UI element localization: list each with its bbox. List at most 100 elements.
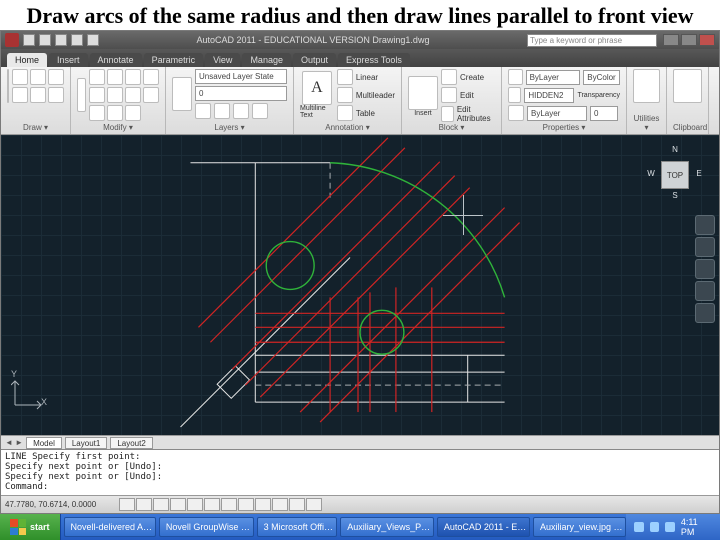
viewcube-face[interactable]: TOP bbox=[661, 161, 689, 189]
panel-draw-label[interactable]: Draw ▾ bbox=[7, 123, 64, 132]
tray-icon[interactable] bbox=[650, 522, 660, 532]
ellipse-icon[interactable] bbox=[30, 87, 46, 103]
minimize-button[interactable] bbox=[663, 34, 679, 46]
help-search-input[interactable]: Type a keyword or phrase bbox=[527, 34, 657, 47]
paste-icon[interactable] bbox=[673, 69, 702, 103]
new-icon[interactable] bbox=[23, 34, 35, 46]
panel-utilities-label[interactable]: Utilities ▾ bbox=[633, 114, 660, 132]
layer-iso-icon[interactable] bbox=[195, 103, 211, 119]
redo-icon[interactable] bbox=[87, 34, 99, 46]
copy-icon[interactable] bbox=[89, 69, 105, 85]
viewcube-n[interactable]: N bbox=[669, 145, 681, 157]
tab-express-tools[interactable]: Express Tools bbox=[338, 53, 410, 67]
tab-model[interactable]: Model bbox=[26, 437, 62, 449]
tab-output[interactable]: Output bbox=[293, 53, 336, 67]
color-swatch-icon[interactable] bbox=[508, 69, 523, 85]
measure-icon[interactable] bbox=[633, 69, 660, 103]
offset-icon[interactable] bbox=[107, 105, 123, 121]
linear-dim-icon[interactable] bbox=[337, 69, 353, 85]
drawing-canvas[interactable] bbox=[1, 135, 719, 435]
ducs-toggle[interactable] bbox=[221, 498, 237, 511]
start-button[interactable]: start bbox=[0, 514, 61, 540]
panel-layers-label[interactable]: Layers ▾ bbox=[172, 123, 287, 132]
block-edit-icon[interactable] bbox=[441, 87, 457, 103]
layer-match-icon[interactable] bbox=[252, 103, 268, 119]
tab-manage[interactable]: Manage bbox=[242, 53, 291, 67]
erase-icon[interactable] bbox=[125, 105, 141, 121]
osnap-toggle[interactable] bbox=[187, 498, 203, 511]
autocad-app-icon[interactable] bbox=[5, 33, 19, 47]
lineweight-icon[interactable] bbox=[508, 87, 521, 103]
ortho-toggle[interactable] bbox=[153, 498, 169, 511]
trim-icon[interactable] bbox=[125, 69, 141, 85]
nav-zoom-icon[interactable] bbox=[695, 259, 715, 279]
taskbar-item[interactable]: Auxiliary_Views_P… bbox=[340, 517, 434, 537]
model-toggle[interactable] bbox=[306, 498, 322, 511]
layer-freeze-icon[interactable] bbox=[214, 103, 230, 119]
bycolor-combo[interactable]: ByColor bbox=[583, 70, 620, 85]
linetype-combo[interactable]: HIDDEN2 bbox=[524, 88, 574, 103]
lwt-toggle[interactable] bbox=[255, 498, 271, 511]
taskbar-item[interactable]: Novell GroupWise … bbox=[159, 517, 254, 537]
fillet-icon[interactable] bbox=[89, 87, 105, 103]
viewcube-e[interactable]: E bbox=[693, 169, 705, 181]
text-tool-icon[interactable]: A bbox=[302, 71, 332, 105]
tray-icon[interactable] bbox=[634, 522, 644, 532]
command-window[interactable]: LINE Specify first point: Specify next p… bbox=[1, 449, 719, 495]
taskbar-item[interactable]: Novell-delivered A… bbox=[64, 517, 156, 537]
line-tool-icon[interactable] bbox=[7, 69, 9, 103]
layer-color-combo[interactable]: ByLayer bbox=[526, 70, 581, 85]
otrack-toggle[interactable] bbox=[204, 498, 220, 511]
mleader-icon[interactable] bbox=[337, 87, 353, 103]
move-tool-icon[interactable] bbox=[77, 78, 86, 112]
maximize-button[interactable] bbox=[681, 34, 697, 46]
open-icon[interactable] bbox=[39, 34, 51, 46]
insert-block-icon[interactable] bbox=[408, 76, 438, 110]
drawing-area[interactable]: Y X TOP N S E W bbox=[1, 135, 719, 435]
tab-insert[interactable]: Insert bbox=[49, 53, 88, 67]
close-button[interactable] bbox=[699, 34, 715, 46]
tab-home[interactable]: Home bbox=[7, 53, 47, 67]
nav-orbit-icon[interactable] bbox=[695, 281, 715, 301]
dyn-toggle[interactable] bbox=[238, 498, 254, 511]
nav-pan-icon[interactable] bbox=[695, 237, 715, 257]
list-icon[interactable] bbox=[508, 105, 524, 121]
circle-icon[interactable] bbox=[30, 69, 46, 85]
arc-icon[interactable] bbox=[48, 69, 64, 85]
layer-state-combo[interactable]: Unsaved Layer State bbox=[195, 69, 287, 84]
tab-view[interactable]: View bbox=[205, 53, 240, 67]
viewcube-s[interactable]: S bbox=[669, 191, 681, 203]
layer-lock-icon[interactable] bbox=[233, 103, 249, 119]
qp-toggle[interactable] bbox=[272, 498, 288, 511]
hatch-icon[interactable] bbox=[48, 87, 64, 103]
tab-annotate[interactable]: Annotate bbox=[90, 53, 142, 67]
nav-showmotion-icon[interactable] bbox=[695, 303, 715, 323]
layer-props-icon[interactable] bbox=[172, 77, 192, 111]
lineweight-combo[interactable]: ByLayer bbox=[527, 106, 587, 121]
panel-clipboard-label[interactable]: Clipboard bbox=[673, 123, 702, 132]
sc-toggle[interactable] bbox=[289, 498, 305, 511]
panel-annotation-label[interactable]: Annotation ▾ bbox=[300, 123, 395, 132]
viewcube[interactable]: TOP N S E W bbox=[647, 147, 703, 203]
save-icon[interactable] bbox=[55, 34, 67, 46]
table-icon[interactable] bbox=[337, 105, 353, 121]
block-attrib-icon[interactable] bbox=[441, 106, 454, 122]
undo-icon[interactable] bbox=[71, 34, 83, 46]
array-icon[interactable] bbox=[89, 105, 105, 121]
polyline-icon[interactable] bbox=[12, 69, 28, 85]
viewcube-w[interactable]: W bbox=[645, 169, 657, 181]
tab-parametric[interactable]: Parametric bbox=[144, 53, 204, 67]
taskbar-item[interactable]: 3 Microsoft Offi… bbox=[257, 517, 338, 537]
panel-properties-label[interactable]: Properties ▾ bbox=[508, 123, 620, 132]
transparency-value[interactable]: 0 bbox=[590, 106, 618, 121]
explode-icon[interactable] bbox=[107, 87, 123, 103]
stretch-icon[interactable] bbox=[125, 87, 141, 103]
polar-toggle[interactable] bbox=[170, 498, 186, 511]
taskbar-clock[interactable]: 4:11 PM bbox=[681, 517, 712, 537]
block-create-icon[interactable] bbox=[441, 69, 457, 85]
current-layer-combo[interactable]: 0 bbox=[195, 86, 287, 101]
tab-layout1[interactable]: Layout1 bbox=[65, 437, 107, 449]
mirror-icon[interactable] bbox=[143, 69, 159, 85]
tab-layout2[interactable]: Layout2 bbox=[110, 437, 152, 449]
rect-icon[interactable] bbox=[12, 87, 28, 103]
